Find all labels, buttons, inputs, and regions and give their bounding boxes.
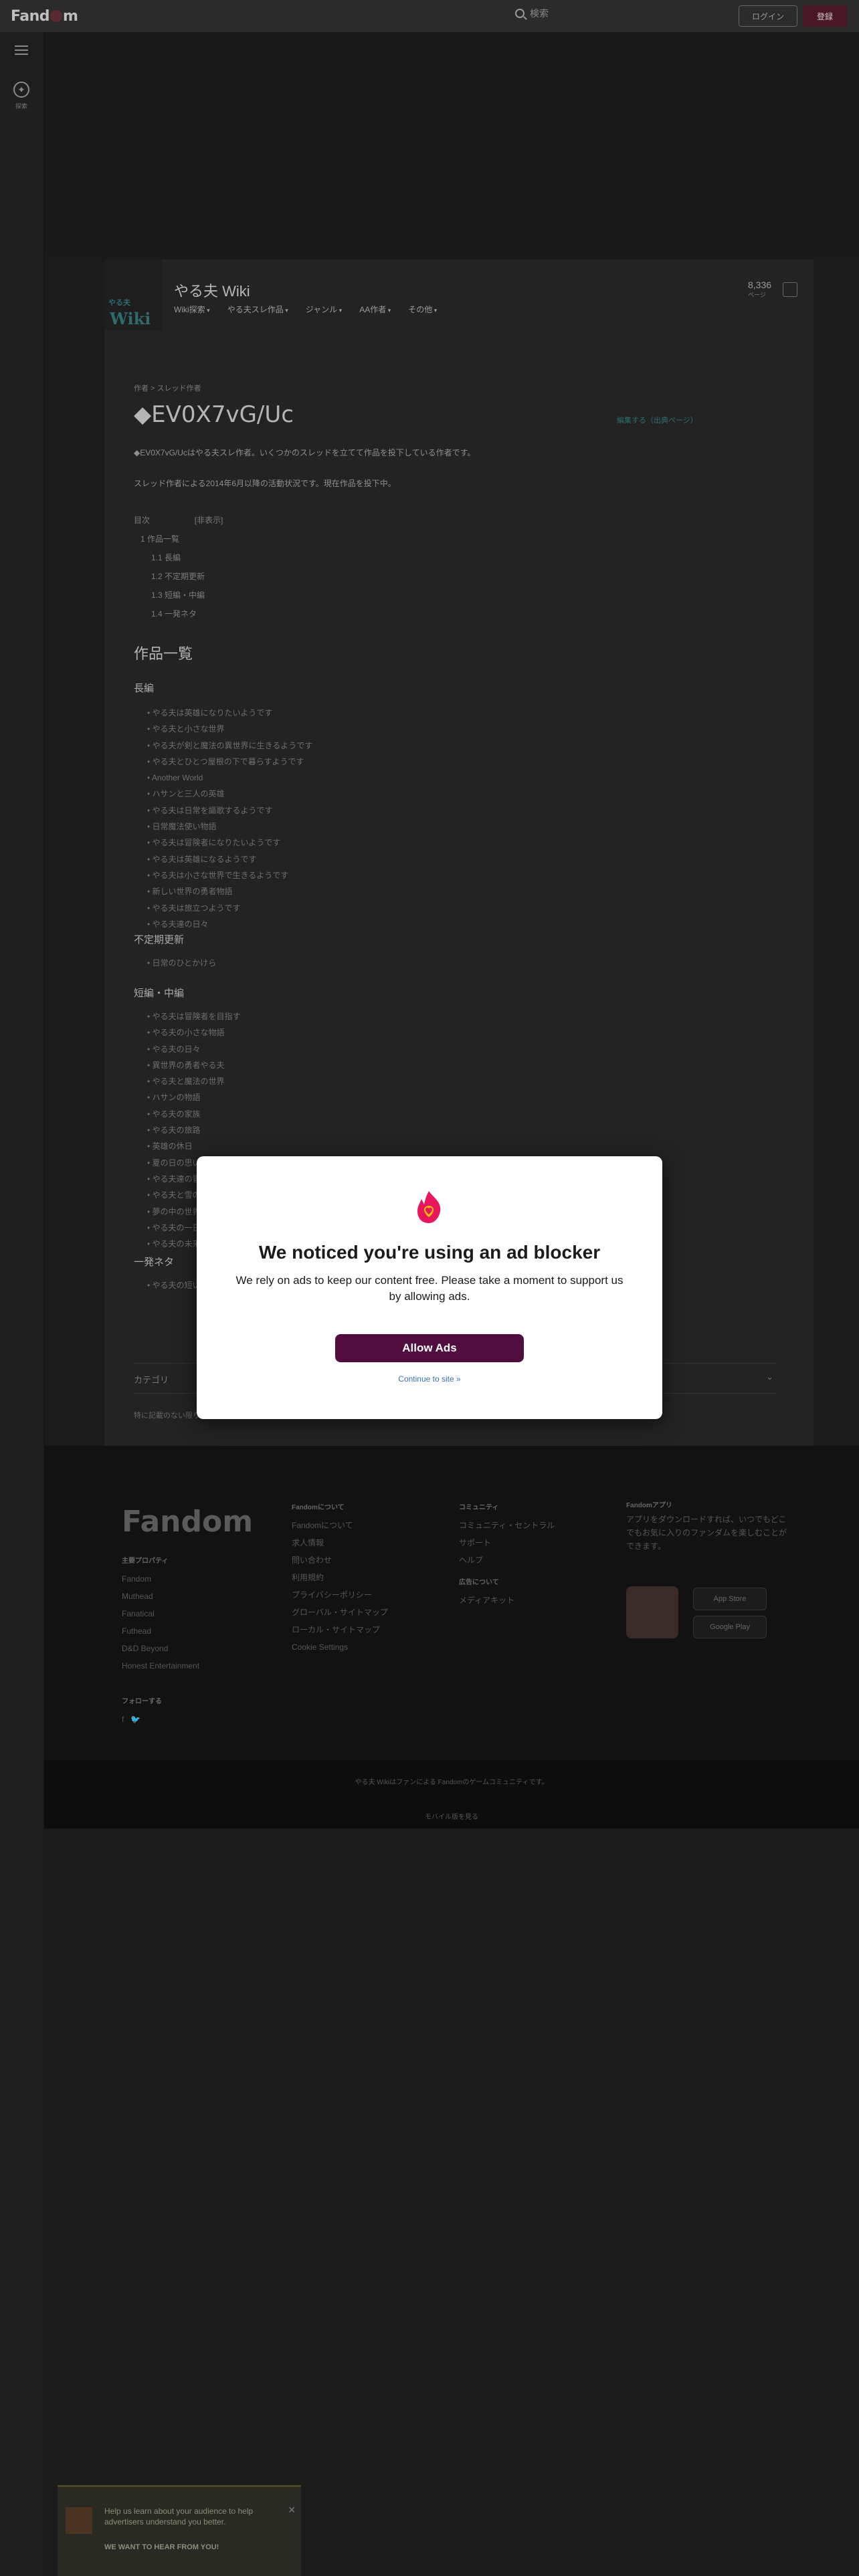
modal-title: We noticed you're using an ad blocker bbox=[258, 1242, 601, 1263]
allow-ads-button[interactable]: Allow Ads bbox=[335, 1334, 524, 1362]
fandom-flame-icon bbox=[417, 1191, 441, 1223]
continue-to-site-link[interactable]: Continue to site » bbox=[197, 1374, 662, 1384]
adblock-modal: We noticed you're using an ad blocker We… bbox=[197, 1156, 662, 1419]
modal-message: We rely on ads to keep our content free.… bbox=[235, 1274, 624, 1303]
